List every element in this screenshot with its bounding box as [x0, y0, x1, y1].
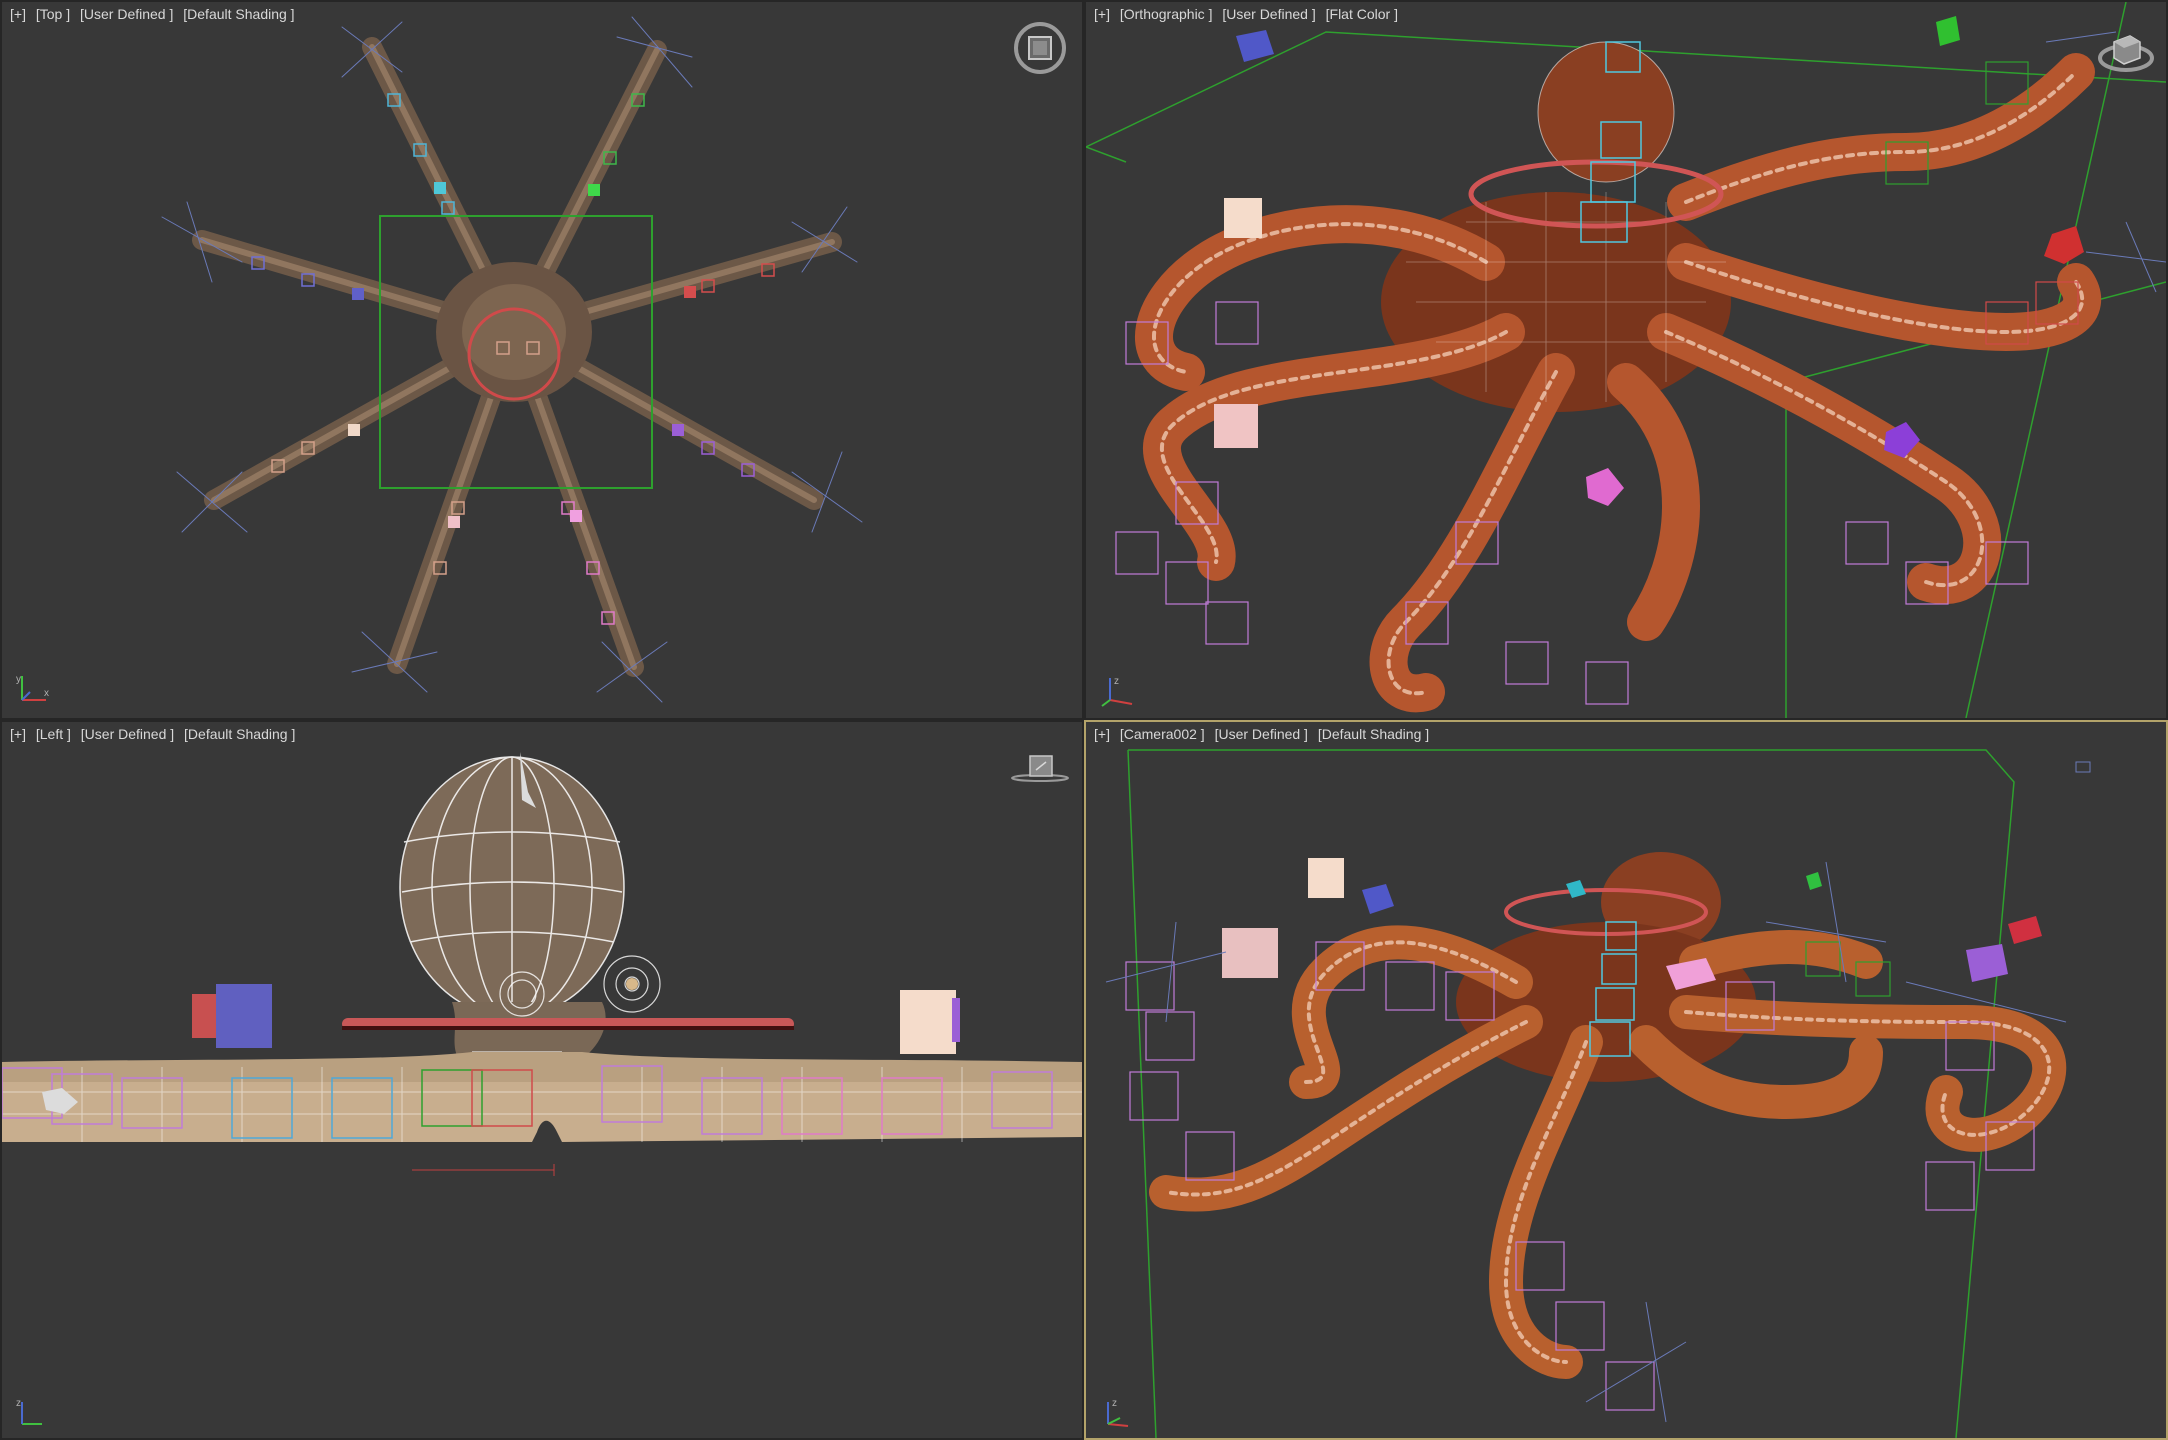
viewport-shading-menu[interactable]: [Default Shading ] — [1318, 726, 1429, 742]
viewport-user-defined-menu[interactable]: [User Defined ] — [81, 726, 174, 742]
viewport-user-defined-menu[interactable]: [User Defined ] — [1222, 6, 1315, 22]
svg-text:x: x — [44, 688, 49, 699]
viewport-menu-plus[interactable]: [+] — [1094, 6, 1110, 22]
viewport-user-defined-menu[interactable]: [User Defined ] — [1215, 726, 1308, 742]
viewport-left[interactable]: [+] [Left ] [User Defined ] [Default Sha… — [0, 720, 1084, 1440]
viewport-shading-menu[interactable]: [Flat Color ] — [1326, 6, 1398, 22]
viewport-point-of-view-menu[interactable]: [Top ] — [36, 6, 70, 22]
viewport-point-of-view-menu[interactable]: [Camera002 ] — [1120, 726, 1205, 742]
viewport-menu-plus[interactable]: [+] — [10, 726, 26, 742]
viewport-orthographic[interactable]: [+] [Orthographic ] [User Defined ] [Fla… — [1084, 0, 2168, 720]
axis-tripod-icon: z — [1107, 1398, 1129, 1427]
viewport-menu-plus[interactable]: [+] — [1094, 726, 1110, 742]
axis-tripod-icon: z — [16, 1398, 42, 1425]
top-view-scene — [161, 16, 863, 703]
viewcube-icon[interactable] — [1010, 18, 1070, 78]
axis-tripod-icon: y x — [16, 674, 49, 701]
viewcube-icon[interactable] — [1010, 752, 1070, 782]
viewport-shading-menu[interactable]: [Default Shading ] — [183, 6, 294, 22]
viewport-user-defined-menu[interactable]: [User Defined ] — [80, 6, 173, 22]
camera-icon — [2075, 761, 2091, 773]
viewport-point-of-view-menu[interactable]: [Orthographic ] — [1120, 6, 1213, 22]
viewport-label-orthographic: [+] [Orthographic ] [User Defined ] [Fla… — [1094, 6, 1404, 22]
viewport-grid: [+] [Top ] [User Defined ] [Default Shad… — [0, 0, 2168, 1440]
viewport-camera[interactable]: [+] [Camera002 ] [User Defined ] [Defaul… — [1084, 720, 2168, 1440]
viewport-point-of-view-menu[interactable]: [Left ] — [36, 726, 71, 742]
viewport-menu-plus[interactable]: [+] — [10, 6, 26, 22]
viewport-top[interactable]: [+] [Top ] [User Defined ] [Default Shad… — [0, 0, 1084, 720]
viewcube-icon[interactable] — [2096, 20, 2156, 80]
svg-text:z: z — [1112, 1398, 1117, 1409]
viewport-label-left: [+] [Left ] [User Defined ] [Default Sha… — [10, 726, 301, 742]
left-view-scene — [2, 752, 1082, 1176]
viewport-label-camera: [+] [Camera002 ] [User Defined ] [Defaul… — [1094, 726, 1435, 742]
orthographic-view-scene — [1086, 2, 2166, 718]
axis-tripod-icon: z — [1101, 676, 1133, 707]
svg-text:y: y — [16, 674, 21, 685]
svg-text:z: z — [16, 1398, 21, 1409]
svg-text:z: z — [1114, 676, 1119, 687]
camera-view-scene — [1105, 749, 2091, 1438]
viewport-label-top: [+] [Top ] [User Defined ] [Default Shad… — [10, 6, 301, 22]
viewport-shading-menu[interactable]: [Default Shading ] — [184, 726, 295, 742]
